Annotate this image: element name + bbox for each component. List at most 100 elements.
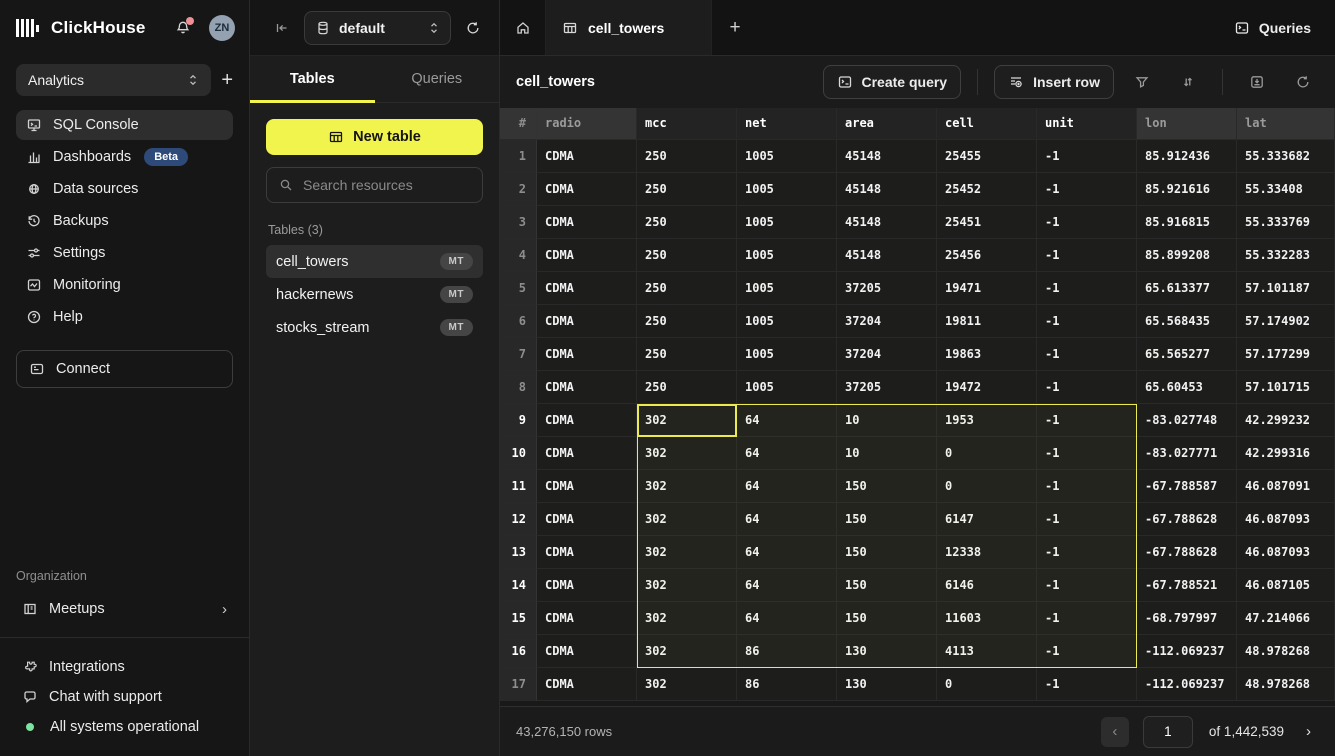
cell-mcc[interactable]: 250	[637, 272, 737, 305]
cell-cell[interactable]: 19472	[937, 371, 1037, 404]
cell-unit[interactable]: -1	[1037, 272, 1137, 305]
sidebar-item-chat-support[interactable]: Chat with support	[0, 682, 249, 712]
cell-radio[interactable]: CDMA	[537, 437, 637, 470]
cell-mcc[interactable]: 250	[637, 173, 737, 206]
cell-unit[interactable]: -1	[1037, 305, 1137, 338]
cell-lat[interactable]: 57.177299	[1237, 338, 1335, 371]
cell-radio[interactable]: CDMA	[537, 305, 637, 338]
cell-cell[interactable]: 0	[937, 668, 1037, 701]
collapse-panel-button[interactable]	[274, 20, 290, 36]
column-header-cell[interactable]: cell	[937, 108, 1037, 140]
cell-area[interactable]: 150	[837, 536, 937, 569]
cell-radio[interactable]: CDMA	[537, 503, 637, 536]
row-number[interactable]: 13	[500, 536, 537, 569]
row-number[interactable]: 10	[500, 437, 537, 470]
cell-cell[interactable]: 1953	[937, 404, 1037, 437]
cell-mcc[interactable]: 302	[637, 404, 737, 437]
cell-lat[interactable]: 46.087093	[1237, 503, 1335, 536]
sidebar-item-integrations[interactable]: Integrations	[0, 652, 249, 682]
cell-mcc[interactable]: 302	[637, 602, 737, 635]
cell-lon[interactable]: -83.027771	[1137, 437, 1237, 470]
cell-lat[interactable]: 46.087091	[1237, 470, 1335, 503]
row-number[interactable]: 1	[500, 140, 537, 173]
cell-area[interactable]: 150	[837, 569, 937, 602]
cell-mcc[interactable]: 302	[637, 536, 737, 569]
cell-lat[interactable]: 42.299316	[1237, 437, 1335, 470]
cell-net[interactable]: 1005	[737, 206, 837, 239]
cell-net[interactable]: 1005	[737, 338, 837, 371]
cell-lon[interactable]: -67.788628	[1137, 503, 1237, 536]
sidebar-item-meetups[interactable]: Meetups ›	[16, 593, 233, 625]
cell-lon[interactable]: 85.899208	[1137, 239, 1237, 272]
cell-cell[interactable]: 25456	[937, 239, 1037, 272]
cell-area[interactable]: 10	[837, 404, 937, 437]
column-header-net[interactable]: net	[737, 108, 837, 140]
database-select[interactable]: default	[304, 11, 451, 45]
cell-lat[interactable]: 57.101715	[1237, 371, 1335, 404]
row-number[interactable]: 17	[500, 668, 537, 701]
sidebar-item-backups[interactable]: Backups	[16, 206, 233, 236]
cell-mcc[interactable]: 250	[637, 371, 737, 404]
cell-net[interactable]: 1005	[737, 140, 837, 173]
cell-mcc[interactable]: 250	[637, 305, 737, 338]
cell-unit[interactable]: -1	[1037, 668, 1137, 701]
cell-area[interactable]: 150	[837, 602, 937, 635]
cell-radio[interactable]: CDMA	[537, 536, 637, 569]
cell-lon[interactable]: -67.788521	[1137, 569, 1237, 602]
cell-area[interactable]: 10	[837, 437, 937, 470]
cell-area[interactable]: 45148	[837, 239, 937, 272]
cell-lon[interactable]: 65.60453	[1137, 371, 1237, 404]
cell-cell[interactable]: 19811	[937, 305, 1037, 338]
row-number[interactable]: 9	[500, 404, 537, 437]
tab-cell-towers[interactable]: cell_towers	[546, 0, 712, 55]
cell-lat[interactable]: 48.978268	[1237, 668, 1335, 701]
cell-unit[interactable]: -1	[1037, 635, 1137, 668]
cell-net[interactable]: 64	[737, 470, 837, 503]
cell-cell[interactable]: 4113	[937, 635, 1037, 668]
cell-area[interactable]: 37205	[837, 272, 937, 305]
column-header-mcc[interactable]: mcc	[637, 108, 737, 140]
create-query-button[interactable]: Create query	[823, 65, 962, 99]
row-number[interactable]: 6	[500, 305, 537, 338]
page-number-input[interactable]	[1143, 716, 1193, 748]
cell-lon[interactable]: 85.921616	[1137, 173, 1237, 206]
cell-lon[interactable]: 85.912436	[1137, 140, 1237, 173]
cell-lon[interactable]: -67.788587	[1137, 470, 1237, 503]
cell-net[interactable]: 1005	[737, 305, 837, 338]
cell-net[interactable]: 64	[737, 602, 837, 635]
cell-cell[interactable]: 6147	[937, 503, 1037, 536]
column-header-radio[interactable]: radio	[537, 108, 637, 140]
cell-lon[interactable]: -112.069237	[1137, 668, 1237, 701]
cell-lon[interactable]: -68.797997	[1137, 602, 1237, 635]
cell-unit[interactable]: -1	[1037, 470, 1137, 503]
cell-radio[interactable]: CDMA	[537, 668, 637, 701]
cell-unit[interactable]: -1	[1037, 536, 1137, 569]
cell-cell[interactable]: 25451	[937, 206, 1037, 239]
cell-area[interactable]: 45148	[837, 206, 937, 239]
cell-area[interactable]: 45148	[837, 173, 937, 206]
cell-net[interactable]: 64	[737, 569, 837, 602]
sidebar-item-data-sources[interactable]: Data sources	[16, 174, 233, 204]
cell-radio[interactable]: CDMA	[537, 371, 637, 404]
cell-lat[interactable]: 48.978268	[1237, 635, 1335, 668]
cell-lon[interactable]: -67.788628	[1137, 536, 1237, 569]
notifications-button[interactable]	[175, 20, 191, 36]
row-number[interactable]: 11	[500, 470, 537, 503]
refresh-data-button[interactable]	[1285, 65, 1321, 99]
new-tab-button[interactable]: +	[712, 0, 758, 55]
row-number[interactable]: 2	[500, 173, 537, 206]
workspace-select[interactable]: Analytics	[16, 64, 211, 96]
sidebar-item-settings[interactable]: Settings	[16, 238, 233, 268]
column-header-lat[interactable]: lat	[1237, 108, 1335, 140]
cell-radio[interactable]: CDMA	[537, 602, 637, 635]
cell-cell[interactable]: 19471	[937, 272, 1037, 305]
cell-area[interactable]: 150	[837, 503, 937, 536]
cell-lat[interactable]: 57.174902	[1237, 305, 1335, 338]
table-list-item-stocks-stream[interactable]: stocks_stream MT	[266, 311, 483, 344]
cell-radio[interactable]: CDMA	[537, 272, 637, 305]
cell-lon[interactable]: 65.565277	[1137, 338, 1237, 371]
sidebar-item-help[interactable]: Help	[16, 302, 233, 332]
cell-lat[interactable]: 55.333682	[1237, 140, 1335, 173]
cell-mcc[interactable]: 302	[637, 668, 737, 701]
cell-unit[interactable]: -1	[1037, 173, 1137, 206]
